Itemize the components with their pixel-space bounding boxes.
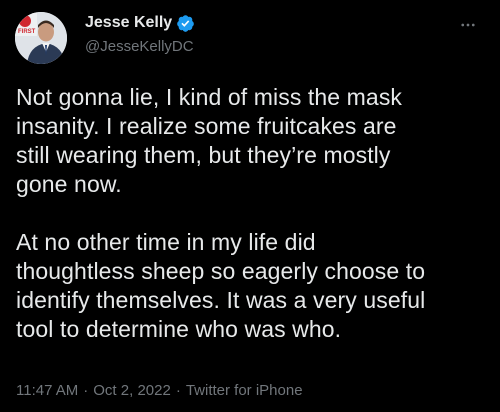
tweet-time-link[interactable]: 11:47 AM · Oct 2, 2022 xyxy=(16,382,171,399)
tweet-meta: 11:47 AM · Oct 2, 2022 · Twitter for iPhone xyxy=(16,381,303,401)
tweet-paragraph-2: At no other time in my life did thoughtl… xyxy=(16,229,426,342)
display-name-row: Jesse Kelly xyxy=(85,12,195,34)
verified-badge-icon xyxy=(176,14,195,33)
tweet-card: FIRST Jesse Kelly @JesseKellyDC Not gonn… xyxy=(0,0,500,412)
more-horizontal-icon xyxy=(461,23,475,27)
tweet-time: 11:47 AM xyxy=(16,382,79,399)
tweet-text: Not gonna lie, I kind of miss the mask i… xyxy=(16,83,492,344)
more-options-button[interactable] xyxy=(457,14,479,36)
avatar-image: FIRST xyxy=(15,12,67,64)
author-names: Jesse Kelly @JesseKellyDC xyxy=(85,12,195,58)
tweet-date: Oct 2, 2022 xyxy=(93,382,171,399)
tweet-header: FIRST Jesse Kelly @JesseKellyDC xyxy=(15,8,485,64)
meta-separator: · xyxy=(175,382,181,399)
avatar[interactable]: FIRST xyxy=(15,12,67,64)
tweet-source-link[interactable]: Twitter for iPhone xyxy=(186,382,303,399)
author-handle[interactable]: @JesseKellyDC xyxy=(85,36,195,58)
avatar-badge-text: FIRST xyxy=(18,29,36,35)
display-name[interactable]: Jesse Kelly xyxy=(85,12,172,34)
meta-separator: · xyxy=(83,382,89,399)
tweet-paragraph-1: Not gonna lie, I kind of miss the mask i… xyxy=(16,84,403,197)
